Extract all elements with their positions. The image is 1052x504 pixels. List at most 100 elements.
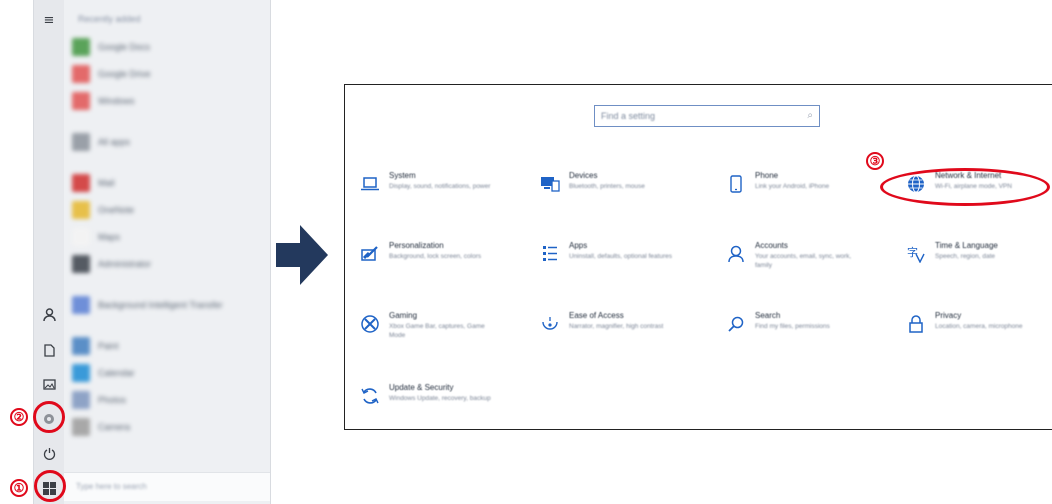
tile-ease-of-access[interactable]: Ease of Access Narrator, magnifier, high… [539, 311, 709, 355]
update-icon [359, 385, 381, 407]
app-list-item[interactable]: Google Docs [72, 34, 262, 60]
app-label: OneNote [98, 205, 135, 215]
tile-title: Gaming [389, 311, 418, 320]
document-icon[interactable] [39, 340, 59, 360]
tile-title: Devices [569, 171, 598, 180]
tile-devices[interactable]: Devices Bluetooth, printers, mouse [539, 171, 709, 215]
app-label: Google Docs [98, 42, 151, 52]
tile-update-security[interactable]: Update & Security Windows Update, recove… [359, 383, 529, 427]
app-icon [72, 337, 90, 355]
app-list-item[interactable]: Photos [72, 387, 262, 413]
power-icon[interactable] [39, 443, 59, 463]
tile-title: Search [755, 311, 781, 320]
app-list-item[interactable]: Maps [72, 224, 262, 250]
tile-title: Apps [569, 241, 588, 250]
tile-title: Accounts [755, 241, 788, 250]
recently-added-header: Recently added [78, 14, 141, 24]
tile-phone[interactable]: Phone Link your Android, iPhone [725, 171, 895, 215]
app-label: Paint [98, 341, 119, 351]
tile-search[interactable]: Search Find my files, permissions [725, 311, 895, 355]
app-label: Calendar [98, 368, 135, 378]
app-list-spacer [72, 278, 262, 292]
app-list-item[interactable]: Background Intelligent Transfer [72, 292, 262, 318]
tile-system[interactable]: System Display, sound, notifications, po… [359, 171, 529, 215]
app-list-item[interactable]: Windows [72, 88, 262, 114]
tile-desc: Location, camera, microphone [935, 323, 1023, 330]
app-icon [72, 418, 90, 436]
step-marker-1: ① [10, 479, 28, 497]
app-label: Administrator [98, 259, 152, 269]
tile-privacy[interactable]: Privacy Location, camera, microphone [905, 311, 1052, 355]
hamburger-icon[interactable]: ≡ [39, 10, 59, 30]
app-icon [72, 133, 90, 151]
tile-title: Privacy [935, 311, 962, 320]
highlight-ring-settings [33, 401, 65, 433]
tile-desc: Your accounts, email, sync, work, family [755, 253, 852, 269]
tile-desc: Bluetooth, printers, mouse [569, 183, 645, 190]
app-list-item[interactable]: Calendar [72, 360, 262, 386]
step-marker-2: ② [10, 408, 28, 426]
app-label: Maps [98, 232, 121, 242]
tile-gaming[interactable]: Gaming Xbox Game Bar, captures, Game Mod… [359, 311, 529, 355]
find-setting-search[interactable]: Find a setting ⌕ [594, 105, 820, 127]
tile-personalization[interactable]: Personalization Background, lock screen,… [359, 241, 529, 285]
tile-title: Update & Security [389, 383, 454, 392]
app-icon [72, 201, 90, 219]
highlight-ring-start [34, 470, 66, 502]
personalization-icon [359, 243, 381, 265]
time-language-icon: 字 [905, 243, 927, 265]
step-marker-3: ③ [866, 152, 884, 170]
svg-text:字: 字 [907, 245, 918, 259]
app-list-spacer [72, 115, 262, 129]
start-menu: ≡ Recently added Google Docs Google Drive… [33, 0, 271, 504]
pictures-icon[interactable] [39, 374, 59, 394]
find-setting-placeholder: Find a setting [601, 111, 656, 121]
app-icon [72, 255, 90, 273]
tile-time-language[interactable]: 字 Time & Language Speech, region, date [905, 241, 1052, 285]
tile-desc: Find my files, permissions [755, 323, 830, 330]
app-icon [72, 296, 90, 314]
phone-icon [725, 173, 747, 195]
app-list-item[interactable]: Administrator [72, 251, 262, 277]
gaming-icon [359, 313, 381, 335]
app-list-item[interactable]: Paint [72, 333, 262, 359]
app-list-item[interactable]: Camera [72, 414, 262, 440]
tile-accounts[interactable]: Accounts Your accounts, email, sync, wor… [725, 241, 895, 285]
app-icon [72, 364, 90, 382]
app-label: Mail [98, 178, 115, 188]
tile-desc: Background, lock screen, colors [389, 253, 482, 260]
app-label: Camera [98, 422, 131, 432]
right-arrow-icon [276, 225, 328, 285]
app-label: Background Intelligent Transfer [98, 300, 223, 310]
tile-desc: Narrator, magnifier, high contrast [569, 323, 664, 330]
app-list-item[interactable]: OneNote [72, 197, 262, 223]
highlight-ellipse-network [880, 168, 1050, 206]
apps-icon [539, 243, 561, 265]
tile-apps[interactable]: Apps Uninstall, defaults, optional featu… [539, 241, 709, 285]
app-list-item[interactable]: Google Drive [72, 61, 262, 87]
tile-desc: Uninstall, defaults, optional features [569, 253, 672, 260]
tile-title: Phone [755, 171, 779, 180]
user-icon[interactable] [39, 304, 59, 324]
tile-desc: Speech, region, date [935, 253, 995, 260]
app-label: Photos [98, 395, 127, 405]
app-label: Windows [98, 96, 135, 106]
tile-title: Time & Language [935, 241, 998, 250]
app-icon [72, 92, 90, 110]
app-icon [72, 174, 90, 192]
app-icon [72, 391, 90, 409]
app-label: Google Drive [98, 69, 151, 79]
app-list: Google Docs Google Drive Windows All apps Ma… [72, 34, 262, 441]
settings-window: Find a setting ⌕ System Display, sound, … [344, 84, 1052, 430]
tile-desc: Display, sound, notifications, power [389, 183, 491, 190]
app-list-item[interactable]: Mail [72, 170, 262, 196]
tile-title: System [389, 171, 416, 180]
lock-icon [905, 313, 927, 335]
app-list-item[interactable]: All apps [72, 129, 262, 155]
ease-of-access-icon [539, 313, 561, 335]
tile-title: Ease of Access [569, 311, 624, 320]
app-icon [72, 65, 90, 83]
app-icon [72, 38, 90, 56]
taskbar-search-box[interactable]: Type here to search [64, 472, 270, 501]
devices-icon [539, 173, 561, 195]
